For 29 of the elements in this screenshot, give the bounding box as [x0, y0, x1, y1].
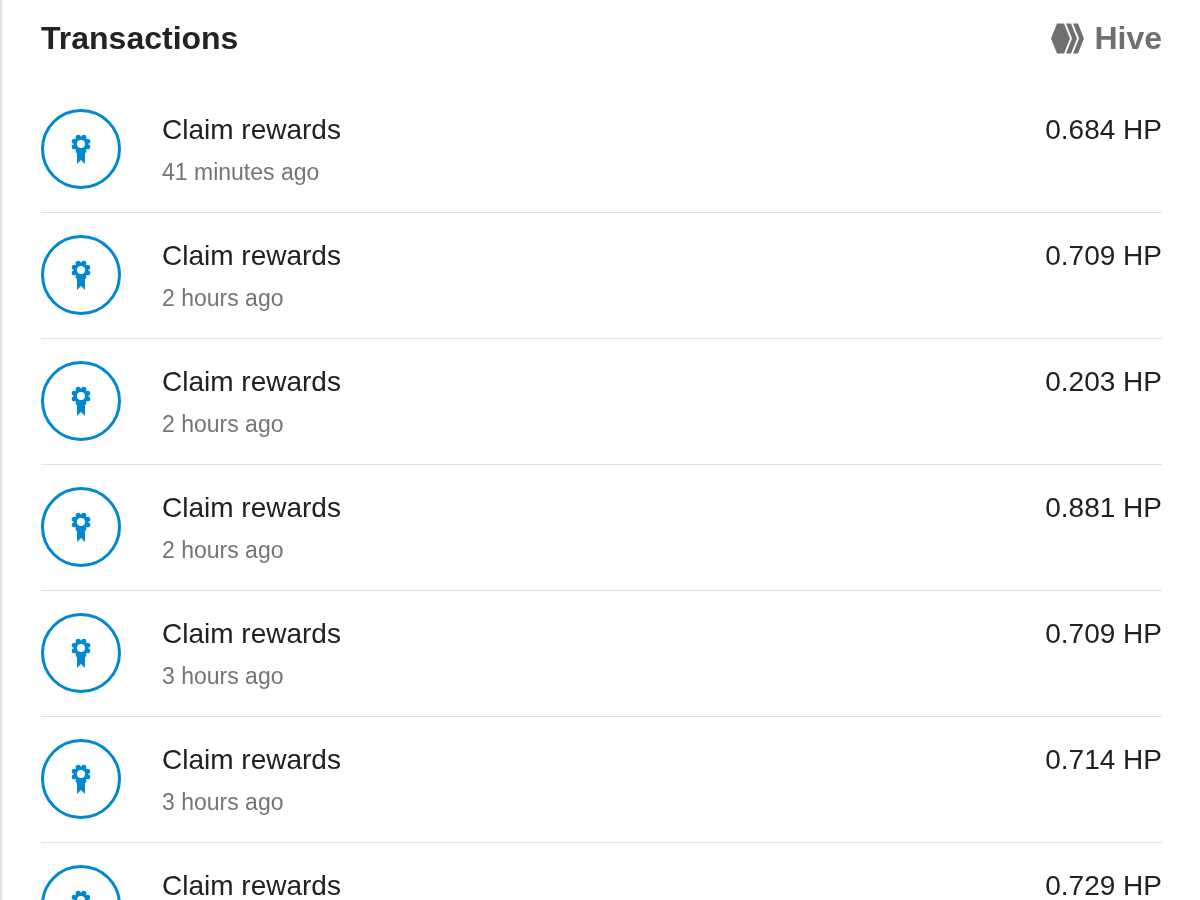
transaction-title: Claim rewards [162, 620, 341, 648]
transaction-time: 2 hours ago [162, 285, 284, 311]
transaction-amount: 0.684 HP [1045, 113, 1162, 144]
transaction-title: Claim rewards [162, 494, 341, 522]
transaction-time: 41 minutes ago [162, 159, 320, 185]
award-ribbon-icon [41, 361, 121, 441]
transaction-amount: 0.729 HP [1045, 869, 1162, 900]
transaction-amount: 0.881 HP [1045, 491, 1162, 522]
transaction-title: Claim rewards [162, 116, 341, 144]
hexagon-chevrons-icon [1051, 22, 1085, 54]
transaction-amount: 0.714 HP [1045, 743, 1162, 774]
transaction-time: 3 hours ago [162, 663, 284, 689]
transaction-amount: 0.709 HP [1045, 239, 1162, 270]
transaction-time: 2 hours ago [162, 411, 284, 437]
transaction-amount: 0.203 HP [1045, 365, 1162, 396]
award-ribbon-icon [41, 487, 121, 567]
transaction-amount: 0.709 HP [1045, 617, 1162, 648]
transaction-time: 2 hours ago [162, 537, 284, 563]
transaction-title: Claim rewards [162, 872, 341, 900]
transaction-title: Claim rewards [162, 242, 341, 270]
award-ribbon-icon [41, 613, 121, 693]
transaction-time: 3 hours ago [162, 789, 284, 815]
award-ribbon-icon [41, 235, 121, 315]
brand-name: Hive [1094, 19, 1162, 58]
award-ribbon-icon [41, 739, 121, 819]
section-title: Transactions [41, 19, 239, 58]
transaction-title: Claim rewards [162, 746, 341, 774]
award-ribbon-icon [41, 109, 121, 189]
transaction-title: Claim rewards [162, 368, 341, 396]
